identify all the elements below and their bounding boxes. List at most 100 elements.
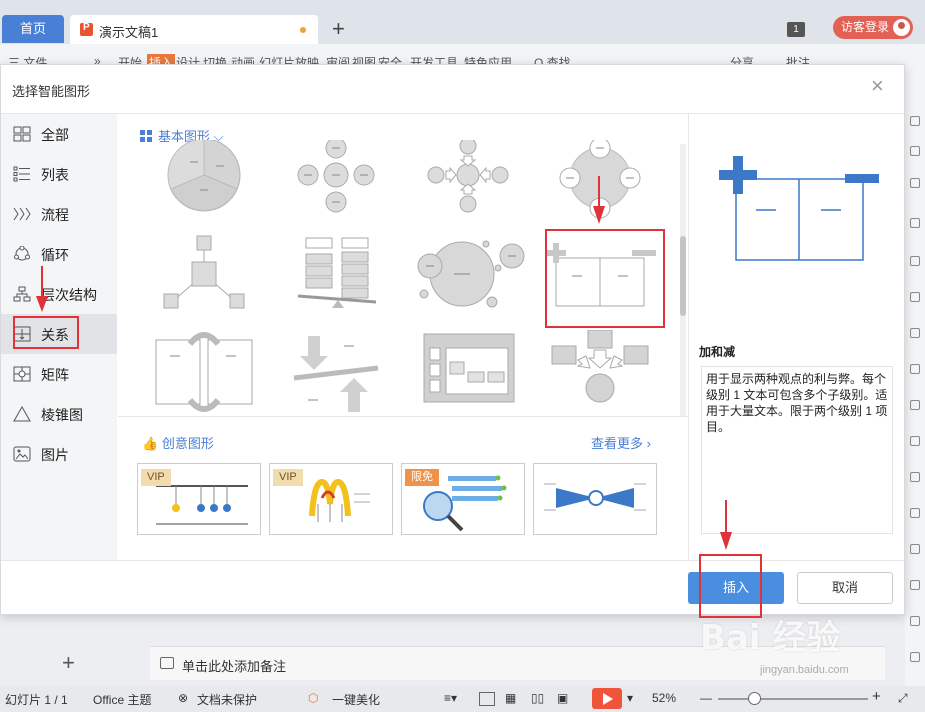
beautify-icon: ⬡ — [308, 691, 319, 705]
shape-thumb-pie[interactable] — [140, 140, 268, 228]
grid-icon — [13, 126, 31, 142]
vip-badge: VIP — [141, 469, 171, 486]
zoom-slider[interactable] — [718, 698, 868, 700]
zoom-slider-handle[interactable] — [748, 692, 761, 705]
process-chevron-icon — [13, 207, 31, 221]
section-divider — [118, 416, 688, 417]
fit-window-icon[interactable]: ⤢ — [898, 691, 908, 706]
dialog-title: 选择智能图形 — [12, 84, 91, 99]
category-process[interactable]: 流程 — [1, 194, 117, 234]
shape-thumb-counterbalance[interactable] — [272, 330, 400, 418]
annotation-box-insert — [699, 554, 762, 618]
creative-card[interactable] — [533, 463, 657, 535]
guest-login-button[interactable]: 访客登录 — [833, 16, 913, 39]
presenter-view-icon[interactable]: ▣ — [557, 691, 568, 705]
right-tool-strip — [905, 66, 925, 686]
view-menu-icon[interactable]: ≡▾ — [444, 691, 457, 705]
tool-icon[interactable] — [910, 472, 920, 482]
play-options-icon[interactable]: ▾ — [627, 691, 633, 705]
tool-icon[interactable] — [910, 218, 920, 228]
guest-login-label: 访客登录 — [841, 20, 890, 34]
category-label: 流程 — [41, 207, 69, 223]
matrix-icon — [13, 366, 31, 382]
tab-bar: 首页 演示文稿1 + 1 访客登录 — [0, 0, 925, 44]
normal-view-icon[interactable] — [479, 692, 495, 706]
tool-icon[interactable] — [910, 116, 920, 126]
notes-placeholder: 单击此处添加备注 — [182, 659, 287, 674]
tool-icon[interactable] — [910, 178, 920, 188]
tool-icon[interactable] — [910, 256, 920, 266]
shape-thumb-radial[interactable] — [272, 140, 400, 228]
tool-icon[interactable] — [910, 400, 920, 410]
tool-icon[interactable] — [910, 146, 920, 156]
window-count-badge[interactable]: 1 — [787, 22, 805, 37]
sorter-view-icon[interactable]: ▦ — [505, 691, 516, 705]
tool-icon[interactable] — [910, 292, 920, 302]
new-tab-button[interactable]: + — [332, 18, 345, 40]
zoom-level[interactable]: 52% — [652, 691, 676, 705]
tab-home[interactable]: 首页 — [2, 15, 64, 43]
annotation-box-shape — [545, 229, 665, 328]
beautify-button[interactable]: 一键美化 — [332, 691, 380, 708]
protect-status[interactable]: 文档未保护 — [197, 691, 257, 708]
creative-card[interactable]: 限免 — [401, 463, 525, 535]
chevron-right-icon: › — [646, 436, 651, 451]
reading-view-icon[interactable]: ▯▯ — [531, 691, 544, 705]
category-pyramid[interactable]: 棱锥图 — [1, 394, 117, 434]
tool-icon[interactable] — [910, 364, 920, 374]
slide-counter: 幻灯片 1 / 1 — [5, 693, 68, 707]
category-all[interactable]: 全部 — [1, 114, 117, 154]
shield-icon: ⊗ — [178, 691, 189, 705]
list-icon — [13, 166, 30, 182]
close-icon[interactable]: × — [871, 75, 884, 97]
shape-thumb-balance[interactable] — [272, 232, 400, 320]
theme-name[interactable]: Office 主题 — [93, 691, 151, 708]
scrollbar-thumb[interactable] — [680, 236, 686, 316]
tool-icon[interactable] — [910, 544, 920, 554]
category-hierarchy[interactable]: 层次结构 — [1, 274, 117, 314]
category-cycle[interactable]: 循环 — [1, 234, 117, 274]
tool-icon[interactable] — [910, 616, 920, 626]
add-slide-button[interactable]: + — [62, 650, 75, 676]
category-label: 矩阵 — [41, 367, 69, 383]
avatar-icon — [893, 19, 910, 36]
gallery-scrollbar[interactable] — [680, 144, 686, 416]
creative-card[interactable]: VIP — [137, 463, 261, 535]
category-label: 循环 — [41, 247, 69, 263]
tool-icon[interactable] — [910, 580, 920, 590]
annotation-arrow-icon — [36, 266, 48, 312]
shape-thumb-bubbles[interactable] — [404, 232, 532, 320]
category-matrix[interactable]: 矩阵 — [1, 354, 117, 394]
category-label: 列表 — [41, 167, 69, 183]
shape-thumb-funnel-arrows[interactable] — [536, 330, 664, 418]
tab-document[interactable]: 演示文稿1 — [70, 15, 318, 44]
vip-badge: VIP — [273, 469, 303, 486]
tool-icon[interactable] — [910, 436, 920, 446]
tab-document-label: 演示文稿1 — [99, 25, 159, 40]
presentation-icon — [80, 22, 93, 36]
tool-icon[interactable] — [910, 328, 920, 338]
annotation-arrow-icon — [720, 500, 732, 550]
cycle-icon — [14, 246, 30, 261]
shape-thumb-opposing-arrows[interactable] — [140, 330, 268, 418]
creative-card[interactable]: VIP — [269, 463, 393, 535]
zoom-in-icon[interactable]: + — [872, 688, 881, 705]
preview-panel: 加和减 用于显示两种观点的利与弊。每个级别 1 文本可包含多个子级别。适用于大量… — [688, 114, 904, 560]
shape-thumb-panel[interactable] — [404, 330, 532, 418]
watermark-url: jingyan.baidu.com — [760, 664, 849, 676]
creative-shapes-label: 创意图形 — [161, 436, 214, 451]
zoom-out-icon[interactable]: — — [700, 691, 712, 705]
unsaved-dot-icon — [300, 27, 306, 33]
cancel-button[interactable]: 取消 — [797, 572, 893, 604]
pyramid-icon — [13, 406, 31, 422]
annotation-arrow-icon — [593, 176, 605, 224]
tool-icon[interactable] — [910, 652, 920, 662]
category-picture[interactable]: 图片 — [1, 434, 117, 474]
category-list[interactable]: 列表 — [1, 154, 117, 194]
play-slideshow-button[interactable] — [592, 688, 622, 709]
see-more-link[interactable]: 查看更多 › — [591, 433, 651, 452]
shape-thumb-converging[interactable] — [404, 140, 532, 228]
tool-icon[interactable] — [910, 508, 920, 518]
shape-thumb-hub[interactable] — [140, 232, 268, 320]
creative-shapes-header: 👍 创意图形 — [142, 433, 214, 452]
